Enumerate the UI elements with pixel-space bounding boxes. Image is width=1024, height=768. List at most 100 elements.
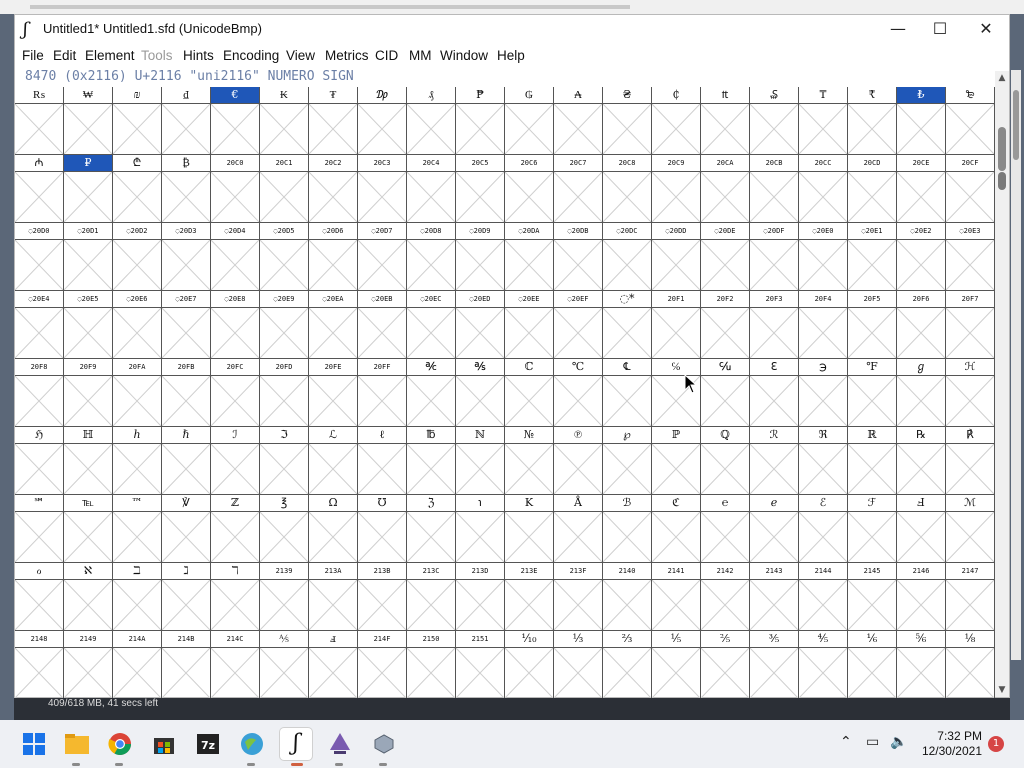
glyph-cell[interactable]: 20C9 — [652, 155, 701, 223]
vertical-scrollbar[interactable]: ▲ ▼ — [995, 71, 1009, 697]
menu-edit[interactable]: Edit — [53, 48, 76, 63]
glyph-cell[interactable]: ₱ — [456, 87, 505, 155]
glyph-cell[interactable]: ₪ — [113, 87, 162, 155]
glyph-cell[interactable]: ◌20D7 — [358, 223, 407, 291]
network-icon[interactable]: ▭ — [866, 734, 879, 750]
glyph-cell[interactable]: 20F2 — [701, 291, 750, 359]
glyph-cell[interactable]: ⅘ — [799, 631, 848, 699]
glyph-cell[interactable]: 20CB — [750, 155, 799, 223]
glyph-cell[interactable]: 20F6 — [897, 291, 946, 359]
glyph-cell[interactable]: 2139 — [260, 563, 309, 631]
glyph-cell[interactable]: 214C — [211, 631, 260, 699]
glyph-cell[interactable]: ℎ — [113, 427, 162, 495]
glyph-cell[interactable]: Å — [554, 495, 603, 563]
glyph-cell[interactable]: ◌20ED — [456, 291, 505, 359]
glyph-cell[interactable]: ◌20EF — [554, 291, 603, 359]
glyph-cell[interactable]: ℤ — [211, 495, 260, 563]
glyph-cell[interactable]: ⅙ — [848, 631, 897, 699]
glyph-cell[interactable]: ℱ — [848, 495, 897, 563]
glyph-cell[interactable]: 20CF — [946, 155, 995, 223]
clock[interactable]: 7:32 PM 12/30/2021 — [908, 729, 982, 759]
glyph-cell[interactable]: ◌20D3 — [162, 223, 211, 291]
glyph-cell[interactable]: ◌20DC — [603, 223, 652, 291]
glyph-cell[interactable]: ◌20DD — [652, 223, 701, 291]
glyph-cell[interactable]: 20C7 — [554, 155, 603, 223]
glyph-cell[interactable]: 2145 — [848, 563, 897, 631]
glyph-cell[interactable]: 2142 — [701, 563, 750, 631]
glyph-cell[interactable]: ℛ — [750, 427, 799, 495]
close-button[interactable]: ✕ — [963, 15, 1009, 43]
glyph-cell[interactable]: ℧ — [358, 495, 407, 563]
scrollbar-thumb[interactable] — [998, 127, 1006, 171]
glyph-cell[interactable]: ℕ — [456, 427, 505, 495]
glyph-cell[interactable]: ℑ — [260, 427, 309, 495]
glyph-cell[interactable]: ₿ — [162, 155, 211, 223]
glyph-cell[interactable]: ◌20D0 — [15, 223, 64, 291]
glyph-cell[interactable]: ℬ — [603, 495, 652, 563]
glyph-cell[interactable]: ₳ — [554, 87, 603, 155]
maximize-button[interactable]: ☐ — [917, 15, 963, 43]
glyph-cell[interactable]: ⅕ — [652, 631, 701, 699]
glyph-cell[interactable]: 213C — [407, 563, 456, 631]
glyph-cell[interactable]: ℩ — [456, 495, 505, 563]
browser-icon[interactable] — [236, 728, 268, 760]
glyph-cell[interactable]: ℡ — [64, 495, 113, 563]
glyph-cell[interactable]: K — [505, 495, 554, 563]
glyph-cell[interactable]: ₯ — [358, 87, 407, 155]
glyph-cell[interactable]: ◌20EB — [358, 291, 407, 359]
glyph-cell[interactable]: ₮ — [309, 87, 358, 155]
glyph-cell[interactable]: 2147 — [946, 563, 995, 631]
chevron-up-icon[interactable]: ⌃ — [840, 734, 852, 750]
scroll-up-arrow-icon[interactable]: ▲ — [995, 71, 1009, 85]
glyph-cell[interactable]: 2146 — [897, 563, 946, 631]
glyph-cell[interactable]: ₾ — [113, 155, 162, 223]
glyph-cell[interactable]: ℙ — [652, 427, 701, 495]
glyph-cell[interactable]: 213F — [554, 563, 603, 631]
glyph-cell[interactable]: 2148 — [15, 631, 64, 699]
glyph-cell[interactable]: ℆ — [701, 359, 750, 427]
glyph-cell[interactable]: 214A — [113, 631, 162, 699]
glyph-cell[interactable]: 20FC — [211, 359, 260, 427]
glyph-cell[interactable]: ◌20D2 — [113, 223, 162, 291]
menu-file[interactable]: File — [22, 48, 44, 63]
glyph-cell[interactable]: 20F9 — [64, 359, 113, 427]
menu-element[interactable]: Element — [85, 48, 135, 63]
other-app-icon[interactable] — [368, 728, 400, 760]
glyph-cell[interactable]: ₶ — [701, 87, 750, 155]
glyph-cell[interactable]: 2149 — [64, 631, 113, 699]
glyph-cell[interactable]: ℠ — [15, 495, 64, 563]
glyph-cell[interactable]: ℷ — [162, 563, 211, 631]
glyph-cell[interactable]: ₫ — [162, 87, 211, 155]
file-explorer-icon[interactable] — [61, 728, 93, 760]
glyph-cell[interactable]: 2144 — [799, 563, 848, 631]
glyph-cell[interactable]: ℜ — [799, 427, 848, 495]
glyph-cell[interactable]: ℈ — [799, 359, 848, 427]
glyph-cell[interactable]: 20CE — [897, 155, 946, 223]
glyph-cell[interactable]: ⅔ — [603, 631, 652, 699]
glyph-cell[interactable]: Ⅎ — [897, 495, 946, 563]
glyph-cell[interactable]: ℟ — [946, 427, 995, 495]
glyph-cell[interactable]: 213D — [456, 563, 505, 631]
glyph-cell[interactable]: ◌* — [603, 291, 652, 359]
glyph-cell[interactable]: ◌20DA — [505, 223, 554, 291]
volume-icon[interactable]: 🔈 — [890, 734, 907, 750]
glyph-cell[interactable]: ◌20E8 — [211, 291, 260, 359]
glyph-cell[interactable]: ℘ — [603, 427, 652, 495]
glyph-cell[interactable]: ⅛ — [946, 631, 995, 699]
glyph-cell[interactable]: ℗ — [554, 427, 603, 495]
glyph-cell[interactable]: 20CD — [848, 155, 897, 223]
glyph-cell[interactable]: 20C3 — [358, 155, 407, 223]
glyph-cell[interactable]: ◌20EC — [407, 291, 456, 359]
glyph-cell[interactable]: ℚ — [701, 427, 750, 495]
menu-hints[interactable]: Hints — [183, 48, 214, 63]
7zip-icon[interactable]: 7z — [192, 728, 224, 760]
glyph-cell[interactable]: 20C1 — [260, 155, 309, 223]
glyph-cell[interactable]: 20F7 — [946, 291, 995, 359]
glyph-cell[interactable]: ◌20D1 — [64, 223, 113, 291]
glyph-cell[interactable]: ⅍ — [260, 631, 309, 699]
glyph-cell[interactable]: ℥ — [260, 495, 309, 563]
glyph-cell[interactable]: 20C8 — [603, 155, 652, 223]
glyph-cell[interactable]: ₷ — [750, 87, 799, 155]
glyph-cell[interactable]: ⅎ — [309, 631, 358, 699]
glyph-cell[interactable]: Ω — [309, 495, 358, 563]
